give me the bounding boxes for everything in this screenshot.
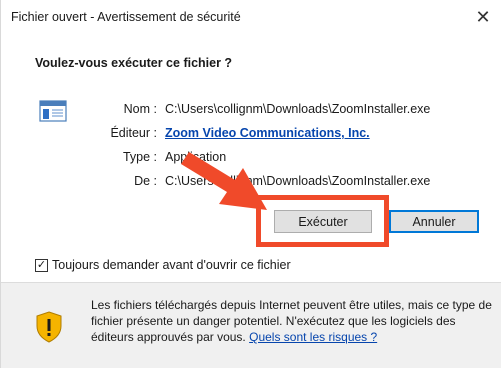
cancel-button[interactable]: Annuler [389,210,479,233]
from-label: De : [134,174,157,188]
publisher-label: Éditeur : [110,126,157,140]
checkmark-icon: ✓ [36,258,47,271]
name-label: Nom : [123,102,157,116]
always-ask-checkbox-row[interactable]: ✓ Toujours demander avant d'ouvrir ce fi… [35,258,291,272]
security-warning-dialog: Fichier ouvert - Avertissement de sécuri… [0,0,501,368]
type-label: Type : [122,150,157,164]
close-icon: ✕ [475,6,491,27]
warning-message: Les fichiers téléchargés depuis Internet… [91,297,493,345]
arrow-icon [181,152,267,210]
always-ask-checkbox[interactable]: ✓ [35,258,48,272]
shield-warning-icon [36,311,62,343]
window-title: Fichier ouvert - Avertissement de sécuri… [11,10,241,24]
risks-link[interactable]: Quels sont les risques ? [249,330,377,344]
title-bar[interactable]: Fichier ouvert - Avertissement de sécuri… [1,0,501,34]
warning-footer: Les fichiers téléchargés depuis Internet… [1,282,501,368]
highlight-box [256,195,389,247]
publisher-link[interactable]: Zoom Video Communications, Inc. [165,126,370,140]
always-ask-label: Toujours demander avant d'ouvrir ce fich… [52,258,291,272]
name-value: C:\Users\collignm\Downloads\ZoomInstalle… [165,102,431,116]
dialog-heading: Voulez-vous exécuter ce fichier ? [35,56,233,70]
close-button[interactable]: ✕ [464,0,501,34]
